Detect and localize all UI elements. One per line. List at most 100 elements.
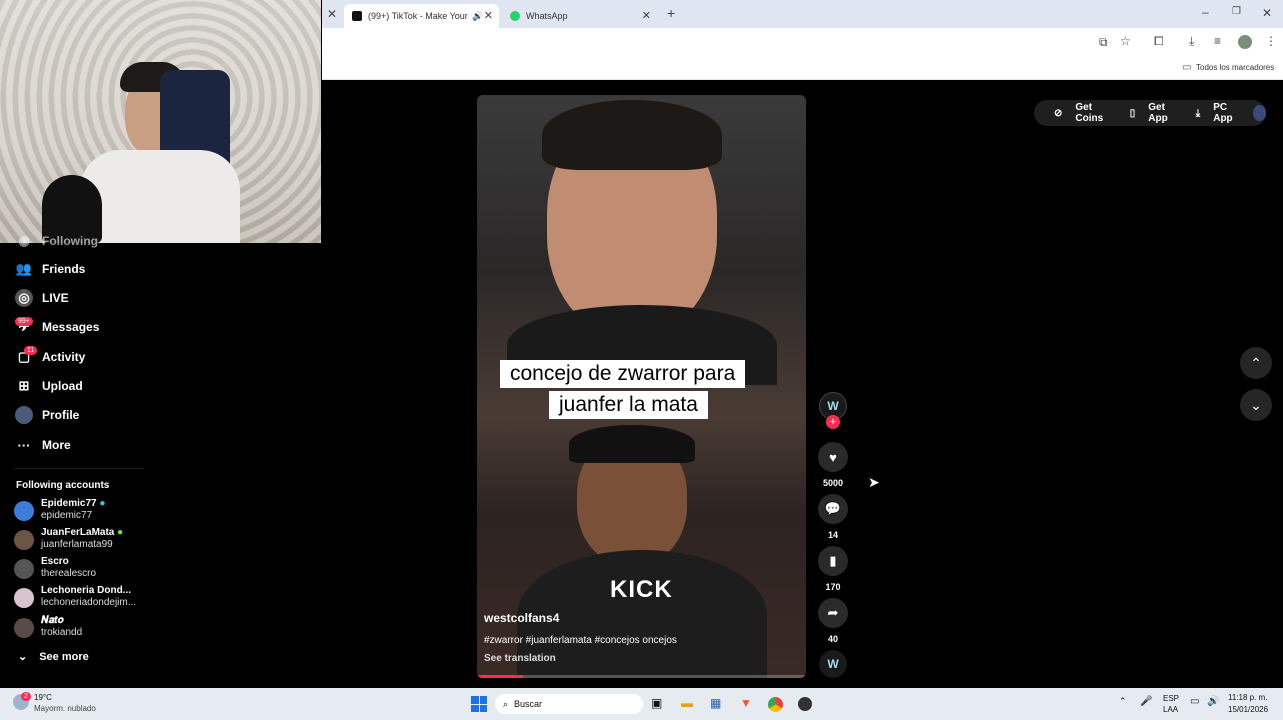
menu-icon[interactable]: ⋮	[1265, 34, 1277, 48]
divider	[14, 468, 144, 469]
microphone-tray-icon[interactable]: 🎤	[1140, 696, 1152, 707]
video-hashtags[interactable]: #zwarror #juanferlamata #concejos oncejo…	[484, 635, 677, 646]
window-close-icon[interactable]: ✕	[1262, 6, 1272, 20]
brave-icon[interactable]: ▼	[740, 696, 752, 710]
chrome-icon[interactable]	[768, 697, 783, 712]
see-translation-link[interactable]: See translation	[484, 653, 556, 664]
tray-chevron-icon[interactable]: ⌃	[1119, 696, 1127, 707]
get-app-label: Get App	[1148, 102, 1168, 124]
browser-toolbar: ⧉ ☆ ⧠ ⤓ ≡ ⋮	[322, 28, 1283, 56]
whatsapp-icon	[510, 11, 520, 21]
kick-watermark: KICK	[610, 576, 673, 603]
install-icon[interactable]: ⧉	[1099, 35, 1108, 50]
caption-line-1: concejo de zwarror para	[500, 360, 746, 388]
see-more-button[interactable]: ⌄ See more	[18, 650, 89, 663]
restore-icon[interactable]: ❐	[1232, 6, 1241, 17]
close-icon[interactable]: ✕	[327, 7, 337, 21]
close-tab-icon[interactable]: ✕	[642, 9, 651, 22]
app-icon[interactable]	[798, 697, 812, 711]
store-icon[interactable]: ▦	[710, 696, 721, 710]
avatar	[14, 618, 34, 638]
all-bookmarks-link[interactable]: Todos los marcadores	[1196, 63, 1274, 72]
verified-icon: ●	[99, 498, 106, 509]
kick-icon: ●	[117, 527, 124, 538]
tab-whatsapp[interactable]: WhatsApp ✕	[502, 4, 657, 28]
pc-app-button[interactable]: ⤓ PC App	[1186, 102, 1239, 124]
avatar	[14, 530, 34, 550]
follow-plus-icon[interactable]: +	[826, 415, 840, 429]
close-tab-icon[interactable]: ✕	[484, 9, 493, 22]
minimize-icon[interactable]: –	[1202, 5, 1209, 19]
get-coins-button[interactable]: ⊘ Get Coins	[1044, 102, 1110, 124]
start-icon[interactable]	[471, 696, 487, 712]
get-coins-label: Get Coins	[1075, 102, 1104, 124]
chevron-up-icon: ⌃	[1250, 354, 1262, 371]
sidebar-item-live[interactable]: ◎ LIVE	[15, 287, 69, 309]
share-count: 40	[827, 634, 838, 644]
share-button[interactable]: ➦ 40	[818, 598, 848, 644]
top-actions: ⊘ Get Coins ▯ Get App ⤓ PC App	[1034, 100, 1266, 126]
sidebar-item-label: LIVE	[42, 291, 69, 305]
tiktok-icon	[352, 11, 362, 21]
extensions-icon[interactable]: ⧠	[1154, 34, 1164, 49]
account-username: trokiandd	[41, 627, 83, 638]
taskbar-search[interactable]: ⌕ Buscar	[495, 694, 643, 714]
video-author[interactable]: westcolfans4	[484, 611, 559, 625]
network-icon[interactable]: ▭	[1190, 696, 1199, 707]
file-explorer-icon[interactable]: ▬	[681, 696, 693, 710]
media-control-icon[interactable]: ≡	[1214, 34, 1221, 48]
sidebar-item-following[interactable]: ◉ Following	[15, 230, 98, 252]
webcam-overlay	[0, 0, 321, 243]
account-name: Epidemic77	[41, 498, 97, 509]
lang-line1[interactable]: ESP	[1163, 694, 1179, 703]
sidebar-item-label: Profile	[42, 408, 80, 422]
profile-icon	[15, 406, 33, 424]
chevron-down-icon: ⌄	[18, 651, 28, 663]
tab-tiktok[interactable]: (99+) TikTok - Make Your D... 🔊 ✕	[344, 4, 499, 28]
like-button[interactable]: ♥ 5000	[818, 442, 848, 488]
heart-icon: ♥	[818, 442, 848, 472]
bookmark-star-icon[interactable]: ☆	[1120, 34, 1131, 48]
previous-video-button[interactable]: ⌃	[1240, 347, 1272, 379]
progress-track[interactable]	[477, 675, 806, 678]
see-more-label: See more	[39, 651, 89, 663]
music-disc-icon[interactable]: W	[819, 650, 847, 678]
streamer-shirt	[80, 150, 240, 243]
new-tab-icon[interactable]: +	[667, 5, 675, 21]
pc-app-label: PC App	[1213, 102, 1233, 124]
comment-button[interactable]: 💬 14	[818, 494, 848, 540]
avatar	[14, 501, 34, 521]
comment-count: 14	[827, 530, 838, 540]
sidebar-item-profile[interactable]: Profile	[15, 404, 79, 426]
sidebar-item-upload[interactable]: ⊞ Upload	[15, 375, 83, 397]
speaker-icon[interactable]: 🔊	[472, 11, 483, 22]
clock-date[interactable]: 15/01/2026	[1228, 705, 1268, 714]
tab-title: WhatsApp	[526, 11, 568, 21]
avatar	[14, 588, 34, 608]
browser-tabbar: ✕ (99+) TikTok - Make Your D... 🔊 ✕ What…	[322, 0, 1283, 28]
download-icon[interactable]: ⤓	[1189, 34, 1194, 49]
chevron-down-icon: ⌄	[1250, 396, 1262, 413]
phone-icon: ▯	[1129, 107, 1136, 119]
volume-icon[interactable]: 🔊	[1207, 696, 1219, 707]
sidebar-item-label: More	[42, 438, 71, 452]
following-accounts-title: Following accounts	[16, 480, 110, 491]
lang-line2[interactable]: LAA	[1163, 705, 1178, 714]
avatar	[14, 559, 34, 579]
get-app-button[interactable]: ▯ Get App	[1120, 102, 1176, 124]
like-count: 5000	[822, 478, 844, 488]
caption-line-2: juanfer la mata	[549, 391, 708, 419]
messages-badge: 99+	[15, 317, 33, 326]
activity-badge: 11	[24, 346, 38, 355]
folder-icon: ▭	[1182, 62, 1192, 73]
clock-time[interactable]: 11:18 p. m.	[1228, 693, 1267, 702]
account-name: 𝑵𝒂𝒕𝒐	[41, 615, 64, 626]
sidebar-item-friends[interactable]: 👥 Friends	[15, 258, 85, 280]
next-video-button[interactable]: ⌄	[1240, 389, 1272, 421]
sidebar-item-more[interactable]: ··· More	[15, 434, 71, 456]
save-button[interactable]: ▮ 170	[818, 546, 848, 592]
friends-icon: 👥	[15, 261, 33, 276]
profile-avatar[interactable]	[1238, 35, 1252, 49]
task-view-icon[interactable]: ▣	[651, 696, 662, 710]
user-avatar[interactable]	[1252, 105, 1266, 121]
